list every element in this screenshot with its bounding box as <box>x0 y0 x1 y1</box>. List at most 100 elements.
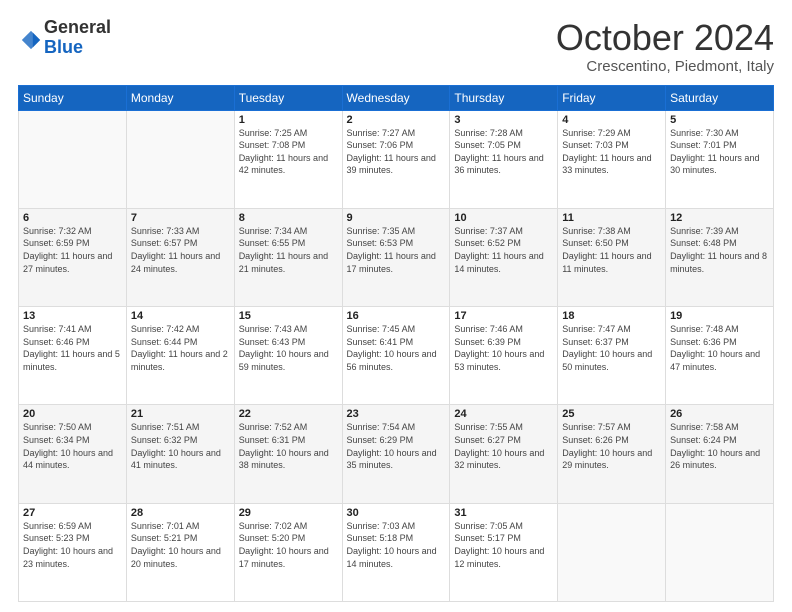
day-number: 3 <box>454 114 553 126</box>
calendar-cell: 6Sunrise: 7:32 AM Sunset: 6:59 PM Daylig… <box>19 208 127 306</box>
calendar-cell <box>126 110 234 208</box>
day-info: Sunrise: 7:28 AM Sunset: 7:05 PM Dayligh… <box>454 127 553 177</box>
day-info: Sunrise: 7:48 AM Sunset: 6:36 PM Dayligh… <box>670 323 769 373</box>
calendar-cell: 25Sunrise: 7:57 AM Sunset: 6:26 PM Dayli… <box>558 405 666 503</box>
day-number: 20 <box>23 408 122 420</box>
day-info: Sunrise: 7:58 AM Sunset: 6:24 PM Dayligh… <box>670 421 769 471</box>
day-number: 19 <box>670 310 769 322</box>
day-number: 22 <box>239 408 338 420</box>
day-info: Sunrise: 7:01 AM Sunset: 5:21 PM Dayligh… <box>131 520 230 570</box>
day-info: Sunrise: 7:29 AM Sunset: 7:03 PM Dayligh… <box>562 127 661 177</box>
day-info: Sunrise: 7:43 AM Sunset: 6:43 PM Dayligh… <box>239 323 338 373</box>
calendar-cell: 21Sunrise: 7:51 AM Sunset: 6:32 PM Dayli… <box>126 405 234 503</box>
day-number: 16 <box>347 310 446 322</box>
logo-icon <box>20 29 42 51</box>
day-number: 1 <box>239 114 338 126</box>
day-number: 8 <box>239 212 338 224</box>
day-number: 11 <box>562 212 661 224</box>
calendar-cell: 7Sunrise: 7:33 AM Sunset: 6:57 PM Daylig… <box>126 208 234 306</box>
day-number: 31 <box>454 507 553 519</box>
day-info: Sunrise: 7:34 AM Sunset: 6:55 PM Dayligh… <box>239 225 338 275</box>
day-number: 25 <box>562 408 661 420</box>
day-number: 4 <box>562 114 661 126</box>
calendar-cell: 24Sunrise: 7:55 AM Sunset: 6:27 PM Dayli… <box>450 405 558 503</box>
day-info: Sunrise: 7:25 AM Sunset: 7:08 PM Dayligh… <box>239 127 338 177</box>
day-number: 15 <box>239 310 338 322</box>
calendar-cell: 10Sunrise: 7:37 AM Sunset: 6:52 PM Dayli… <box>450 208 558 306</box>
day-info: Sunrise: 7:47 AM Sunset: 6:37 PM Dayligh… <box>562 323 661 373</box>
day-info: Sunrise: 7:38 AM Sunset: 6:50 PM Dayligh… <box>562 225 661 275</box>
day-info: Sunrise: 6:59 AM Sunset: 5:23 PM Dayligh… <box>23 520 122 570</box>
calendar-cell: 1Sunrise: 7:25 AM Sunset: 7:08 PM Daylig… <box>234 110 342 208</box>
day-info: Sunrise: 7:57 AM Sunset: 6:26 PM Dayligh… <box>562 421 661 471</box>
day-number: 5 <box>670 114 769 126</box>
weekday-header-tuesday: Tuesday <box>234 85 342 110</box>
weekday-header-monday: Monday <box>126 85 234 110</box>
day-number: 17 <box>454 310 553 322</box>
day-number: 26 <box>670 408 769 420</box>
weekday-header-friday: Friday <box>558 85 666 110</box>
calendar-cell <box>558 503 666 601</box>
calendar-cell: 27Sunrise: 6:59 AM Sunset: 5:23 PM Dayli… <box>19 503 127 601</box>
day-number: 23 <box>347 408 446 420</box>
day-number: 10 <box>454 212 553 224</box>
day-number: 6 <box>23 212 122 224</box>
weekday-header-wednesday: Wednesday <box>342 85 450 110</box>
day-info: Sunrise: 7:32 AM Sunset: 6:59 PM Dayligh… <box>23 225 122 275</box>
day-number: 14 <box>131 310 230 322</box>
calendar-cell: 14Sunrise: 7:42 AM Sunset: 6:44 PM Dayli… <box>126 307 234 405</box>
logo-general: General <box>44 18 111 38</box>
day-info: Sunrise: 7:54 AM Sunset: 6:29 PM Dayligh… <box>347 421 446 471</box>
logo-blue: Blue <box>44 38 111 58</box>
calendar-cell: 18Sunrise: 7:47 AM Sunset: 6:37 PM Dayli… <box>558 307 666 405</box>
month-title: October 2024 <box>556 18 774 58</box>
calendar-cell: 20Sunrise: 7:50 AM Sunset: 6:34 PM Dayli… <box>19 405 127 503</box>
calendar-cell: 8Sunrise: 7:34 AM Sunset: 6:55 PM Daylig… <box>234 208 342 306</box>
day-info: Sunrise: 7:52 AM Sunset: 6:31 PM Dayligh… <box>239 421 338 471</box>
day-number: 9 <box>347 212 446 224</box>
calendar-cell: 30Sunrise: 7:03 AM Sunset: 5:18 PM Dayli… <box>342 503 450 601</box>
weekday-header-saturday: Saturday <box>666 85 774 110</box>
day-number: 18 <box>562 310 661 322</box>
day-info: Sunrise: 7:55 AM Sunset: 6:27 PM Dayligh… <box>454 421 553 471</box>
calendar-cell: 13Sunrise: 7:41 AM Sunset: 6:46 PM Dayli… <box>19 307 127 405</box>
location: Crescentino, Piedmont, Italy <box>556 58 774 75</box>
day-info: Sunrise: 7:51 AM Sunset: 6:32 PM Dayligh… <box>131 421 230 471</box>
title-block: October 2024 Crescentino, Piedmont, Ital… <box>556 18 774 75</box>
calendar-cell: 26Sunrise: 7:58 AM Sunset: 6:24 PM Dayli… <box>666 405 774 503</box>
day-info: Sunrise: 7:45 AM Sunset: 6:41 PM Dayligh… <box>347 323 446 373</box>
day-number: 27 <box>23 507 122 519</box>
day-number: 13 <box>23 310 122 322</box>
day-info: Sunrise: 7:41 AM Sunset: 6:46 PM Dayligh… <box>23 323 122 373</box>
day-number: 24 <box>454 408 553 420</box>
day-info: Sunrise: 7:03 AM Sunset: 5:18 PM Dayligh… <box>347 520 446 570</box>
calendar-cell: 17Sunrise: 7:46 AM Sunset: 6:39 PM Dayli… <box>450 307 558 405</box>
day-info: Sunrise: 7:46 AM Sunset: 6:39 PM Dayligh… <box>454 323 553 373</box>
calendar-cell <box>19 110 127 208</box>
day-number: 12 <box>670 212 769 224</box>
day-number: 30 <box>347 507 446 519</box>
day-info: Sunrise: 7:05 AM Sunset: 5:17 PM Dayligh… <box>454 520 553 570</box>
weekday-header-thursday: Thursday <box>450 85 558 110</box>
day-info: Sunrise: 7:02 AM Sunset: 5:20 PM Dayligh… <box>239 520 338 570</box>
day-info: Sunrise: 7:42 AM Sunset: 6:44 PM Dayligh… <box>131 323 230 373</box>
day-number: 29 <box>239 507 338 519</box>
calendar: SundayMondayTuesdayWednesdayThursdayFrid… <box>18 85 774 602</box>
calendar-cell: 11Sunrise: 7:38 AM Sunset: 6:50 PM Dayli… <box>558 208 666 306</box>
calendar-cell: 29Sunrise: 7:02 AM Sunset: 5:20 PM Dayli… <box>234 503 342 601</box>
calendar-cell: 22Sunrise: 7:52 AM Sunset: 6:31 PM Dayli… <box>234 405 342 503</box>
calendar-cell: 3Sunrise: 7:28 AM Sunset: 7:05 PM Daylig… <box>450 110 558 208</box>
calendar-cell: 23Sunrise: 7:54 AM Sunset: 6:29 PM Dayli… <box>342 405 450 503</box>
day-number: 2 <box>347 114 446 126</box>
day-number: 7 <box>131 212 230 224</box>
weekday-header-sunday: Sunday <box>19 85 127 110</box>
day-info: Sunrise: 7:37 AM Sunset: 6:52 PM Dayligh… <box>454 225 553 275</box>
calendar-cell: 5Sunrise: 7:30 AM Sunset: 7:01 PM Daylig… <box>666 110 774 208</box>
calendar-cell: 4Sunrise: 7:29 AM Sunset: 7:03 PM Daylig… <box>558 110 666 208</box>
calendar-cell: 2Sunrise: 7:27 AM Sunset: 7:06 PM Daylig… <box>342 110 450 208</box>
calendar-cell: 16Sunrise: 7:45 AM Sunset: 6:41 PM Dayli… <box>342 307 450 405</box>
day-info: Sunrise: 7:33 AM Sunset: 6:57 PM Dayligh… <box>131 225 230 275</box>
day-number: 28 <box>131 507 230 519</box>
calendar-cell: 31Sunrise: 7:05 AM Sunset: 5:17 PM Dayli… <box>450 503 558 601</box>
calendar-cell: 9Sunrise: 7:35 AM Sunset: 6:53 PM Daylig… <box>342 208 450 306</box>
